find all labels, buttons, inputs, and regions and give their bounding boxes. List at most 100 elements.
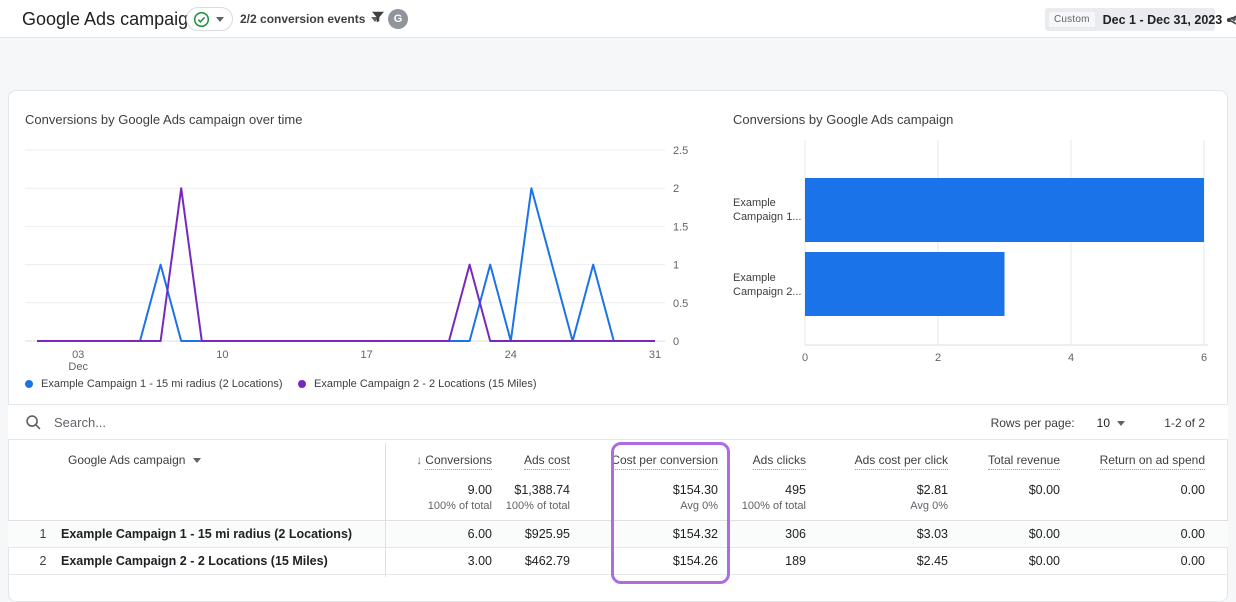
conversion-events-label: 2/2 conversion events [240, 12, 365, 26]
conversions-cell: 3.00 [385, 554, 492, 568]
totals-ads-clicks: 495100% of total [718, 483, 806, 512]
x-axis-tick-label: 10 [216, 349, 228, 361]
return-on-ad-spend-cell: 0.00 [1060, 527, 1205, 541]
campaign-name-cell[interactable]: Example Campaign 1 - 15 mi radius (2 Loc… [61, 527, 385, 541]
search-icon [25, 414, 42, 431]
column-header-label: Ads cost [524, 453, 570, 470]
y-axis-tick-label: 1.5 [673, 221, 688, 233]
cost-per-conversion-cell: $154.32 [570, 527, 718, 541]
line-chart-title: Conversions by Google Ads campaign over … [25, 112, 302, 127]
row-index: 1 [25, 527, 61, 541]
x-axis-tick-label: 2 [935, 352, 941, 364]
x-axis-tick-label: 6 [1201, 352, 1207, 364]
bar-campaign-2 [805, 252, 1005, 316]
bar-chart-title: Conversions by Google Ads campaign [733, 112, 953, 127]
x-axis-tick-label: 0 [802, 352, 808, 364]
sort-descending-icon: ↓ [416, 453, 422, 467]
filter-button[interactable] [369, 8, 389, 30]
cost-per-conversion-cell: $154.26 [570, 554, 718, 568]
rows-per-page-select[interactable]: 10 [1097, 416, 1125, 430]
y-axis-tick-label: 0.5 [673, 298, 688, 310]
ads-cost-per-click-cell: $2.45 [806, 554, 948, 568]
ads-clicks-cell: 306 [718, 527, 806, 541]
share-button[interactable] [1224, 10, 1236, 30]
column-header-campaign[interactable]: Google Ads campaign [68, 453, 385, 467]
date-range-label: Dec 1 - Dec 31, 2023 [1103, 13, 1223, 27]
totals-ads-cost-per-click: $2.81Avg 0% [806, 483, 948, 512]
google-account-badge[interactable]: G [388, 9, 408, 29]
column-separator [385, 443, 386, 577]
conversion-events-dropdown[interactable]: 2/2 conversion events [240, 12, 379, 26]
pagination-controls: Rows per page: 10 1-2 of 2 [991, 405, 1205, 441]
bar-chart-canvas: 0 2 4 6 [733, 140, 1225, 368]
y-axis-tick-label: 2.5 [673, 145, 688, 157]
table-header-row: Google Ads campaign ↓Conversions Ads cos… [8, 443, 1228, 477]
bar-campaign-1 [805, 178, 1204, 242]
rows-per-page-label: Rows per page: [991, 416, 1075, 430]
column-header-ads-cost[interactable]: Ads cost [492, 453, 570, 467]
y-axis-tick-label: 0 [673, 336, 679, 348]
total-revenue-cell: $0.00 [948, 554, 1060, 568]
chevron-down-icon [1117, 421, 1125, 426]
column-header-cost-per-conversion[interactable]: Cost per conversion [570, 453, 718, 467]
ads-cost-cell: $462.79 [492, 554, 570, 568]
rows-per-page-value: 10 [1097, 416, 1110, 430]
totals-cost-per-conversion: $154.30Avg 0% [570, 483, 718, 512]
row-index: 2 [25, 554, 61, 568]
check-circle-icon [193, 11, 210, 28]
ads-cost-per-click-cell: $3.03 [806, 527, 948, 541]
column-header-label: Total revenue [988, 453, 1060, 470]
legend-dot-blue [25, 380, 33, 388]
legend-item-campaign-2[interactable]: Example Campaign 2 - 2 Locations (15 Mil… [298, 378, 537, 390]
totals-ads-cost: $1,388.74100% of total [492, 483, 570, 512]
x-axis-tick-label: 31 [649, 349, 661, 361]
line-chart-canvas: 0 0.5 1 1.5 2 2.5 03Dec 10 17 24 31 [25, 140, 690, 380]
column-header-label: Conversions [425, 453, 492, 470]
y-axis-tick-label: 1 [673, 260, 679, 272]
column-header-total-revenue[interactable]: Total revenue [948, 453, 1060, 467]
search-input[interactable] [54, 415, 354, 430]
chevron-down-icon [193, 458, 201, 463]
column-header-label: Cost per conversion [611, 453, 718, 470]
filter-funnel-icon [369, 8, 387, 26]
ads-clicks-cell: 189 [718, 554, 806, 568]
column-header-label: Ads clicks [753, 453, 806, 470]
conversions-cell: 6.00 [385, 527, 492, 541]
date-range-mode-chip: Custom [1049, 12, 1095, 27]
page-title: Google Ads campaigns [22, 9, 207, 30]
legend-item-campaign-1[interactable]: Example Campaign 1 - 15 mi radius (2 Loc… [25, 378, 283, 390]
column-header-ads-cost-per-click[interactable]: Ads cost per click [806, 453, 948, 467]
x-axis-tick-label: 4 [1068, 352, 1074, 364]
column-header-return-on-ad-spend[interactable]: Return on ad spend [1060, 453, 1205, 467]
x-axis-tick-label: 24 [505, 349, 517, 361]
totals-total-revenue: $0.00 [948, 483, 1060, 500]
google-analytics-report-page: { "header": { "title": "Google Ads campa… [0, 0, 1236, 592]
return-on-ad-spend-cell: 0.00 [1060, 554, 1205, 568]
google-badge-letter: G [394, 13, 403, 25]
table-search-row: Rows per page: 10 1-2 of 2 [8, 404, 1228, 440]
campaign-name-cell[interactable]: Example Campaign 2 - 2 Locations (15 Mil… [61, 554, 385, 568]
x-axis-tick-label: 17 [360, 349, 372, 361]
column-header-label: Return on ad spend [1100, 453, 1205, 470]
table-row[interactable]: 1 Example Campaign 1 - 15 mi radius (2 L… [8, 521, 1228, 548]
x-axis-tick-sublabel: Dec [68, 361, 88, 373]
totals-return-on-ad-spend: 0.00 [1060, 483, 1205, 500]
pagination-range-label: 1-2 of 2 [1155, 416, 1205, 430]
table-row[interactable]: 2 Example Campaign 2 - 2 Locations (15 M… [8, 548, 1228, 575]
totals-conversions: 9.00100% of total [385, 483, 492, 512]
date-range-picker[interactable]: Custom Dec 1 - Dec 31, 2023 [1045, 8, 1215, 31]
legend-label: Example Campaign 2 - 2 Locations (15 Mil… [314, 378, 537, 390]
total-revenue-cell: $0.00 [948, 527, 1060, 541]
y-axis-tick-label: 2 [673, 183, 679, 195]
app-header: Google Ads campaigns 2/2 conversion even… [0, 0, 1236, 38]
x-axis-tick-label: 03 [72, 349, 84, 361]
legend-label: Example Campaign 1 - 15 mi radius (2 Loc… [41, 378, 283, 390]
column-header-ads-clicks[interactable]: Ads clicks [718, 453, 806, 467]
column-header-conversions[interactable]: ↓Conversions [385, 453, 492, 467]
chevron-down-icon [216, 17, 224, 22]
report-status-dropdown[interactable] [186, 7, 233, 31]
campaigns-table: Google Ads campaign ↓Conversions Ads cos… [8, 443, 1228, 575]
table-totals-row: 9.00100% of total $1,388.74100% of total… [8, 477, 1228, 521]
column-header-label: Ads cost per click [855, 453, 948, 470]
column-header-label: Google Ads campaign [68, 453, 185, 467]
